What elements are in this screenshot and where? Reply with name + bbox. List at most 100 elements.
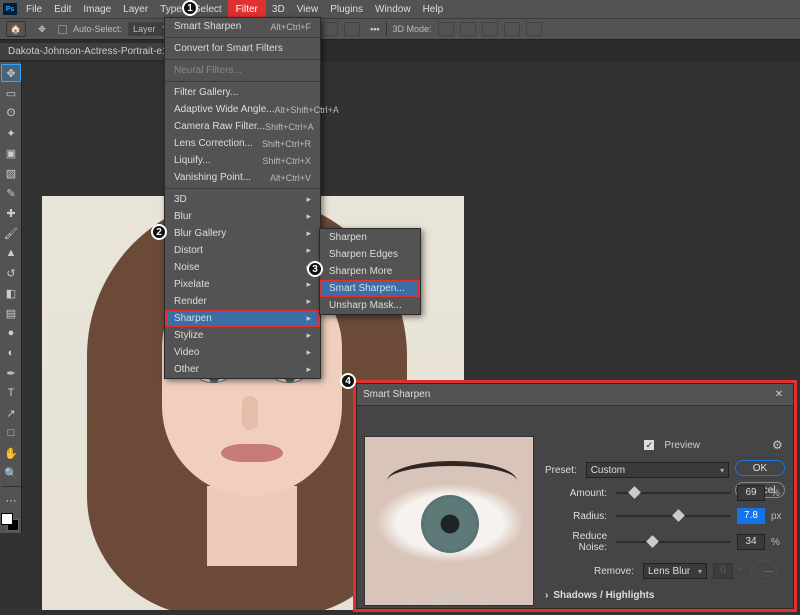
brush-tool[interactable]: 🖌 [1, 224, 21, 242]
amount-unit: % [771, 488, 785, 499]
history-brush-tool[interactable]: ↺ [1, 264, 21, 282]
filter-neural[interactable]: Neural Filters... [165, 62, 320, 79]
wand-tool[interactable]: ✦ [1, 124, 21, 142]
stamp-tool[interactable]: ▲ [1, 244, 21, 262]
eyedropper-tool[interactable]: ✎ [1, 184, 21, 202]
edit-toolbar[interactable]: ⋯ [1, 491, 21, 509]
sub-unsharp-mask[interactable]: Unsharp Mask... [320, 297, 420, 314]
filter-cameraraw[interactable]: Camera Raw Filter...Shift+Ctrl+A [165, 118, 320, 135]
filter-pixelate[interactable]: Pixelate [165, 276, 320, 293]
menu-edit[interactable]: Edit [48, 2, 77, 17]
heal-tool[interactable]: ✚ [1, 204, 21, 222]
filter-gallery[interactable]: Filter Gallery... [165, 84, 320, 101]
noise-unit: % [771, 537, 785, 548]
filter-video[interactable]: Video [165, 344, 320, 361]
filter-sharpen[interactable]: Sharpen [165, 310, 320, 327]
filter-convert[interactable]: Convert for Smart Filters [165, 40, 320, 57]
eraser-tool[interactable]: ◧ [1, 284, 21, 302]
sub-sharpen-more[interactable]: Sharpen More [320, 263, 420, 280]
menu-file[interactable]: File [20, 2, 48, 17]
sub-sharpen-edges[interactable]: Sharpen Edges [320, 246, 420, 263]
dodge-tool[interactable]: ◐ [1, 344, 21, 362]
distribute-icon-3[interactable] [344, 22, 360, 36]
frame-tool[interactable]: ▨ [1, 164, 21, 182]
preset-dropdown[interactable]: Custom [586, 462, 729, 478]
filter-liquify[interactable]: Liquify...Shift+Ctrl+X [165, 152, 320, 169]
marquee-tool[interactable]: ▭ [1, 84, 21, 102]
amount-slider[interactable] [616, 486, 731, 500]
lasso-tool[interactable]: ʘ [1, 104, 21, 122]
sub-smart-sharpen[interactable]: Smart Sharpen... [320, 280, 420, 297]
filter-distort[interactable]: Distort [165, 242, 320, 259]
more-icon[interactable]: ••• [370, 24, 379, 34]
filter-wideangle[interactable]: Adaptive Wide Angle...Alt+Shift+Ctrl+A [165, 101, 320, 118]
annotation-badge-3: 3 [307, 261, 323, 277]
gradient-tool[interactable]: ▤ [1, 304, 21, 322]
type-tool[interactable]: T [1, 384, 21, 402]
menu-3d[interactable]: 3D [266, 2, 291, 17]
noise-slider[interactable] [616, 535, 731, 549]
menu-bar: Ps File Edit Image Layer Type Select Fil… [0, 0, 800, 18]
angle-input: 0 [713, 563, 733, 579]
noise-label: Reduce Noise: [545, 531, 610, 553]
noise-input[interactable]: 34 [737, 534, 765, 550]
filter-3d[interactable]: 3D [165, 191, 320, 208]
move-tool-icon: ✥ [32, 21, 52, 37]
blur-tool[interactable]: ● [1, 324, 21, 342]
filter-noise[interactable]: Noise [165, 259, 320, 276]
menu-help[interactable]: Help [417, 2, 450, 17]
distribute-icon-2[interactable] [322, 22, 338, 36]
3d-icon-1[interactable] [438, 22, 454, 36]
menu-window[interactable]: Window [369, 2, 417, 17]
pen-tool[interactable]: ✒ [1, 364, 21, 382]
filter-lens[interactable]: Lens Correction...Shift+Ctrl+R [165, 135, 320, 152]
hand-tool[interactable]: ✋ [1, 444, 21, 462]
menu-view[interactable]: View [291, 2, 325, 17]
divider [1, 486, 21, 487]
filter-render[interactable]: Render [165, 293, 320, 310]
zoom-controls: ⊖ 200% ⊕ [364, 591, 534, 604]
sub-sharpen[interactable]: Sharpen [320, 229, 420, 246]
3d-icon-2[interactable] [460, 22, 476, 36]
3d-icon-3[interactable] [482, 22, 498, 36]
menu-layer[interactable]: Layer [117, 2, 154, 17]
filter-vanishing[interactable]: Vanishing Point...Alt+Ctrl+V [165, 169, 320, 186]
remove-label: Remove: [545, 566, 637, 577]
filter-stylize[interactable]: Stylize [165, 327, 320, 344]
filter-other[interactable]: Other [165, 361, 320, 378]
separator [165, 81, 320, 82]
close-icon[interactable]: ✕ [771, 387, 787, 403]
menu-plugins[interactable]: Plugins [324, 2, 369, 17]
shadows-highlights-toggle[interactable]: › Shadows / Highlights [545, 590, 785, 601]
zoom-tool[interactable]: 🔍 [1, 464, 21, 482]
filter-last-shortcut: Alt+Ctrl+F [270, 22, 311, 32]
amount-input[interactable]: 69 [737, 485, 765, 501]
filter-last[interactable]: Smart Sharpen Alt+Ctrl+F [165, 18, 320, 35]
preview-image[interactable] [364, 436, 534, 606]
filter-blur[interactable]: Blur [165, 208, 320, 225]
remove-dropdown[interactable]: Lens Blur [643, 563, 707, 579]
color-swatch[interactable] [1, 513, 19, 531]
auto-select-checkbox[interactable] [58, 25, 67, 34]
menu-filter[interactable]: Filter [228, 0, 266, 19]
path-tool[interactable]: ↗ [1, 404, 21, 422]
radius-slider[interactable] [616, 509, 731, 523]
3d-icon-4[interactable] [504, 22, 520, 36]
shape-tool[interactable]: □ [1, 424, 21, 442]
menu-image[interactable]: Image [77, 2, 117, 17]
home-button[interactable]: 🏠 [6, 21, 26, 37]
move-tool[interactable]: ✥ [1, 64, 21, 82]
dialog-titlebar[interactable]: Smart Sharpen ✕ [357, 384, 793, 406]
zoom-out-icon[interactable]: ⊖ [408, 591, 417, 604]
options-bar: 🏠 ✥ Auto-Select: Layer Show ••• 3D Mode: [0, 18, 800, 40]
radius-label: Radius: [545, 511, 610, 522]
amount-label: Amount: [545, 488, 610, 499]
document-tab-bar: Dakota-Johnson-Actress-Portrait-e1522… [0, 40, 800, 62]
crop-tool[interactable]: ▣ [1, 144, 21, 162]
chevron-right-icon: › [545, 590, 548, 601]
3d-icon-5[interactable] [526, 22, 542, 36]
filter-blurgallery[interactable]: Blur Gallery [165, 225, 320, 242]
filter-menu: Smart Sharpen Alt+Ctrl+F Convert for Sma… [164, 17, 321, 379]
radius-input[interactable]: 7.8 [737, 508, 765, 524]
zoom-in-icon[interactable]: ⊕ [481, 591, 490, 604]
